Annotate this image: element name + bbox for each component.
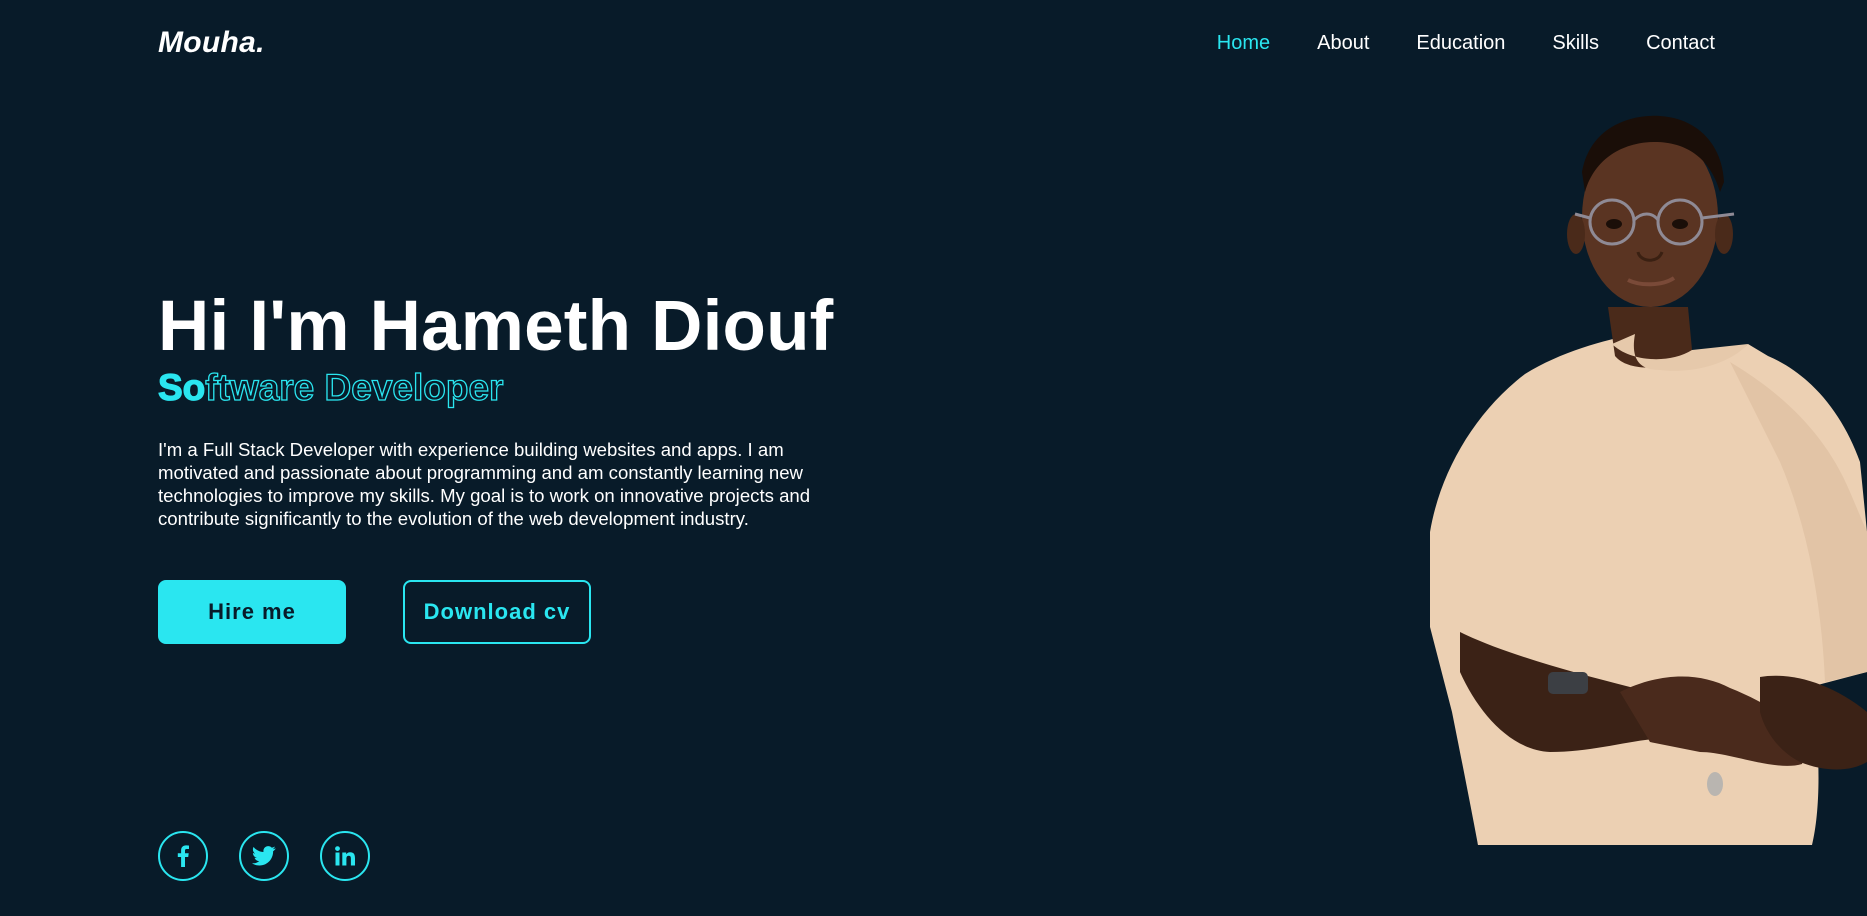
- nav-link-contact[interactable]: Contact: [1646, 32, 1715, 55]
- facebook-icon: [177, 845, 189, 867]
- role-outline-text: Software Developer: [157, 366, 504, 408]
- hero-buttons: Hire me Download cv: [158, 580, 878, 644]
- linkedin-link[interactable]: [320, 831, 370, 881]
- nav-link-about[interactable]: About: [1317, 32, 1369, 55]
- portfolio-page: Mouha. Home About Education Skills Conta…: [0, 0, 1867, 916]
- hero-role: Software Developer So: [157, 366, 878, 412]
- download-cv-button[interactable]: Download cv: [403, 580, 591, 644]
- facebook-link[interactable]: [158, 831, 208, 881]
- linkedin-icon: [335, 846, 355, 866]
- nav-link-skills[interactable]: Skills: [1552, 32, 1599, 55]
- site-header: Mouha. Home About Education Skills Conta…: [0, 0, 1867, 86]
- hero-title: Hi I'm Hameth Diouf: [158, 287, 834, 366]
- hire-me-button[interactable]: Hire me: [158, 580, 346, 644]
- hero-description: I'm a Full Stack Developer with experien…: [158, 439, 811, 529]
- role-typed-text: So: [158, 367, 206, 408]
- profile-photo: [1430, 115, 1867, 845]
- site-logo[interactable]: Mouha.: [158, 26, 265, 60]
- nav-link-home[interactable]: Home: [1217, 32, 1270, 55]
- main-nav: Home About Education Skills Contact: [1170, 32, 1715, 55]
- twitter-link[interactable]: [239, 831, 289, 881]
- twitter-icon: [252, 846, 276, 866]
- nav-link-education[interactable]: Education: [1416, 32, 1505, 55]
- hero-section: Hi I'm Hameth Diouf Software Developer S…: [157, 287, 878, 644]
- social-links: [158, 831, 401, 881]
